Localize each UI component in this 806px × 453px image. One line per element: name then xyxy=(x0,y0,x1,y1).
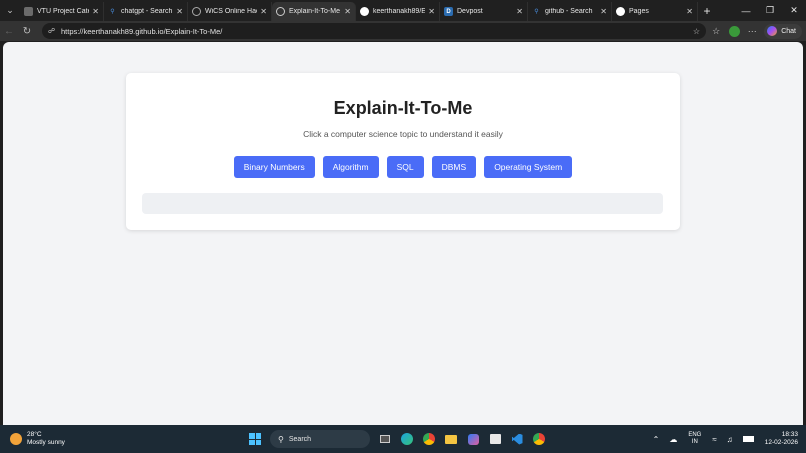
tab-label: VTU Project Categ xyxy=(37,8,89,15)
search-icon: ⚲ xyxy=(278,434,284,444)
copilot-icon xyxy=(767,26,778,36)
more-options-icon[interactable]: ··· xyxy=(743,23,761,39)
tab-label: chatgpt - Search xyxy=(121,8,173,15)
tab-label: keerthanakh89/Exp xyxy=(373,8,425,15)
show-hidden-icons-icon[interactable]: ⌃ xyxy=(653,435,660,444)
globe-icon xyxy=(192,7,201,16)
clock-date: 12-02-2026 xyxy=(764,439,798,446)
clock[interactable]: 18:33 12-02-2026 xyxy=(765,431,798,447)
search-icon: ⚲ xyxy=(110,9,115,15)
tab-label: Pages xyxy=(629,8,649,15)
windows-taskbar: 28°C Mostly sunny ⚲ Search ⌃ ☁ ENG IN ≈ … xyxy=(0,425,806,453)
copilot-label: Chat xyxy=(781,27,796,35)
cloud-icon[interactable]: ☁ xyxy=(669,435,677,444)
page-viewport: Explain-It-To-Me Click a computer scienc… xyxy=(3,42,803,425)
tab-chatgpt-search[interactable]: ⚲ chatgpt - Search ✕ xyxy=(104,2,188,21)
tab-label: Devpost xyxy=(457,8,483,15)
taskbar-search-label: Search xyxy=(288,435,312,443)
copilot-app-icon[interactable] xyxy=(462,429,484,449)
lang-line2: IN xyxy=(691,439,698,445)
close-tab-icon[interactable]: ✕ xyxy=(516,7,523,16)
weather-widget[interactable]: 28°C Mostly sunny xyxy=(10,431,65,447)
language-indicator[interactable]: ENG IN xyxy=(688,432,701,446)
tab-pages[interactable]: Pages ✕ xyxy=(612,2,698,21)
close-tab-icon[interactable]: ✕ xyxy=(92,7,99,16)
sun-icon xyxy=(10,433,22,445)
favorite-star-icon[interactable]: ☆ xyxy=(693,27,700,36)
close-tab-icon[interactable]: ✕ xyxy=(176,7,183,16)
task-view-icon[interactable] xyxy=(374,429,396,449)
devpost-icon: D xyxy=(444,7,453,16)
back-icon[interactable]: ← xyxy=(0,21,18,41)
close-window-icon[interactable]: ✕ xyxy=(782,0,806,21)
lang-line1: ENG xyxy=(688,432,702,438)
search-icon: ⚲ xyxy=(534,9,539,15)
vscode-icon[interactable] xyxy=(506,429,528,449)
taskbar-apps: ⚲ Search xyxy=(244,429,550,449)
tab-actions-menu-icon[interactable]: ⌄ xyxy=(0,0,20,21)
topic-button-operating-system[interactable]: Operating System xyxy=(484,156,573,178)
toolbar-actions: ☆ ··· Chat xyxy=(707,23,802,39)
refresh-icon[interactable]: ↻ xyxy=(18,21,36,41)
weather-temp: 28°C xyxy=(27,431,42,438)
system-tray: ⌃ ☁ ENG IN ≈ ♫ 18:33 12-02-2026 xyxy=(648,429,798,449)
github-icon xyxy=(360,7,369,16)
close-tab-icon[interactable]: ✕ xyxy=(344,7,351,16)
close-tab-icon[interactable]: ✕ xyxy=(428,7,435,16)
page-icon xyxy=(24,7,33,16)
topic-buttons: Binary Numbers Algorithm SQL DBMS Operat… xyxy=(3,156,803,178)
new-tab-button[interactable]: + xyxy=(698,0,716,21)
window-controls: — ❐ ✕ xyxy=(734,0,806,21)
tab-label: WiCS Online Hacka xyxy=(205,8,257,15)
edge-icon[interactable] xyxy=(396,429,418,449)
close-tab-icon[interactable]: ✕ xyxy=(686,7,693,16)
taskbar-search[interactable]: ⚲ Search xyxy=(270,430,370,448)
favorites-icon[interactable]: ☆ xyxy=(707,23,725,39)
store-icon[interactable] xyxy=(484,429,506,449)
tab-github-repo[interactable]: keerthanakh89/Exp ✕ xyxy=(356,2,440,21)
page-subtitle: Click a computer science topic to unders… xyxy=(303,129,503,139)
chrome-icon[interactable] xyxy=(418,429,440,449)
topic-button-algorithm[interactable]: Algorithm xyxy=(322,156,379,178)
url-text: https://keerthanakh89.github.io/Explain-… xyxy=(61,26,223,36)
topic-button-dbms[interactable]: DBMS xyxy=(431,156,477,178)
copilot-chat-button[interactable]: Chat xyxy=(764,23,802,39)
tab-label: Explain-It-To-Me xyxy=(289,8,340,15)
start-button[interactable] xyxy=(244,429,266,449)
close-tab-icon[interactable]: ✕ xyxy=(260,7,267,16)
tab-vtu-project[interactable]: VTU Project Categ ✕ xyxy=(20,2,104,21)
tab-label: github - Search xyxy=(545,8,593,15)
windows-icon xyxy=(249,433,261,445)
globe-icon xyxy=(276,7,285,16)
minimize-icon[interactable]: — xyxy=(734,0,758,21)
explanation-output xyxy=(142,193,663,214)
clock-time: 18:33 xyxy=(781,431,798,438)
topic-button-binary-numbers[interactable]: Binary Numbers xyxy=(233,156,315,178)
weather-desc: Mostly sunny xyxy=(27,439,65,446)
tab-explain-it-to-me[interactable]: Explain-It-To-Me ✕ xyxy=(272,2,356,21)
github-icon xyxy=(616,7,625,16)
browser-toolbar: ← ↻ ☍ https://keerthanakh89.github.io/Ex… xyxy=(0,21,806,41)
topic-button-sql[interactable]: SQL xyxy=(386,156,424,178)
battery-icon[interactable] xyxy=(742,435,754,444)
address-bar[interactable]: ☍ https://keerthanakh89.github.io/Explai… xyxy=(42,23,706,39)
chrome-profile-icon[interactable] xyxy=(528,429,550,449)
tab-wics-hackathon[interactable]: WiCS Online Hacka ✕ xyxy=(188,2,272,21)
tab-devpost[interactable]: D Devpost ✕ xyxy=(440,2,528,21)
browser-tab-bar: ⌄ VTU Project Categ ✕ ⚲ chatgpt - Search… xyxy=(0,0,806,21)
volume-icon[interactable]: ♫ xyxy=(727,435,733,444)
file-explorer-icon[interactable] xyxy=(440,429,462,449)
restore-icon[interactable]: ❐ xyxy=(758,0,782,21)
site-info-icon[interactable]: ☍ xyxy=(48,27,56,35)
tab-github-search[interactable]: ⚲ github - Search ✕ xyxy=(528,2,612,21)
page-title: Explain-It-To-Me xyxy=(333,98,473,118)
extension-icon[interactable] xyxy=(725,23,743,39)
close-tab-icon[interactable]: ✕ xyxy=(600,7,607,16)
wifi-icon[interactable]: ≈ xyxy=(712,435,716,444)
